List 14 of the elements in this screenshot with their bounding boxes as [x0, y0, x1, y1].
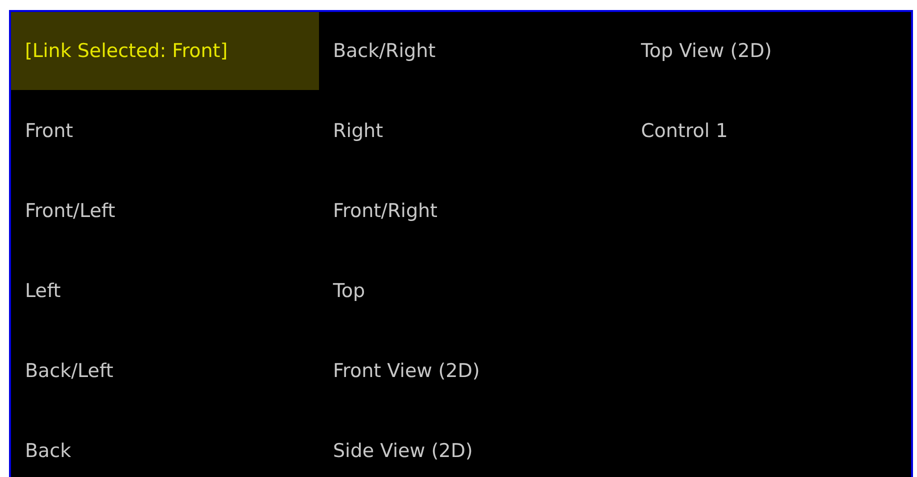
view-item[interactable]: Front — [11, 92, 319, 170]
view-item[interactable]: Control 1 — [627, 92, 911, 170]
view-item[interactable]: Back/Left — [11, 332, 319, 410]
view-item[interactable]: Top — [319, 252, 627, 330]
view-item[interactable]: Side View (2D) — [319, 412, 627, 477]
view-item[interactable]: Front/Left — [11, 172, 319, 250]
view-item[interactable]: Back/Right — [319, 12, 627, 90]
view-item[interactable]: Top View (2D) — [627, 12, 911, 90]
view-item[interactable]: [Link Selected: Front] — [11, 12, 319, 90]
view-item[interactable]: Left — [11, 252, 319, 330]
view-item[interactable]: Right — [319, 92, 627, 170]
view-item[interactable]: Front/Right — [319, 172, 627, 250]
view-item[interactable]: Back — [11, 412, 319, 477]
view-item[interactable]: Front View (2D) — [319, 332, 627, 410]
